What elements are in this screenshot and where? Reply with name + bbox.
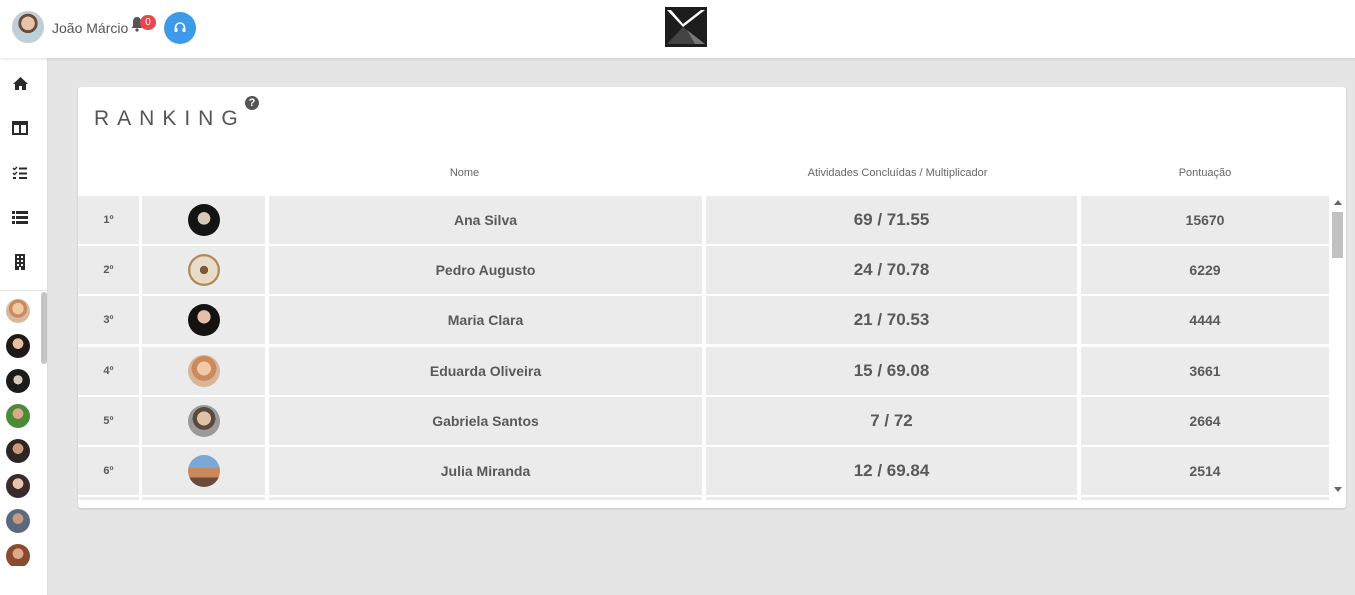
side-user-avatar[interactable] [6, 509, 30, 533]
avatar-cell [142, 497, 265, 500]
brand-logo[interactable] [665, 7, 707, 47]
avatar [187, 405, 220, 437]
side-user-avatar[interactable] [6, 439, 30, 463]
rank-cell: 1º [78, 196, 139, 244]
activities-cell: 21 / 70.53 [706, 296, 1077, 344]
top-bar: João Márcio 0 [0, 0, 1355, 58]
name-cell: Gabriela Santos [269, 397, 702, 445]
avatar-cell [142, 447, 265, 495]
page-title: RANKING [94, 107, 246, 130]
activities-cell: 7 / 72 [706, 397, 1077, 445]
avatar [187, 304, 220, 336]
activities-cell: 24 / 70.78 [706, 246, 1077, 294]
points-cell [1081, 497, 1329, 500]
table-row[interactable]: 5º Gabriela Santos 7 / 72 2664 [78, 397, 1330, 445]
table-row[interactable]: 1º Ana Silva 69 / 71.55 15670 [78, 196, 1330, 244]
rank-cell: 3º [78, 296, 139, 344]
avatar-cell [142, 347, 265, 395]
scrollbar-thumb[interactable] [1332, 212, 1343, 258]
sidebar [0, 58, 48, 595]
activities-cell: 12 / 69.84 [706, 447, 1077, 495]
rank-cell: 2º [78, 246, 139, 294]
avatar-cell [142, 196, 265, 244]
task-list-icon [12, 166, 27, 179]
table-row[interactable] [78, 497, 1330, 500]
points-cell: 2664 [1081, 397, 1329, 445]
name-cell [269, 497, 702, 500]
ranking-card: RANKING ? Nome Atividades Concluídas / M… [78, 87, 1346, 508]
nav-home[interactable] [10, 73, 30, 93]
nav-columns[interactable] [10, 118, 30, 138]
avatar-cell [142, 397, 265, 445]
avatar [187, 204, 220, 236]
scroll-down-arrow-icon[interactable] [1334, 487, 1342, 492]
name-cell: Ana Silva [269, 196, 702, 244]
points-cell: 3661 [1081, 347, 1329, 395]
side-user-avatar[interactable] [6, 474, 30, 498]
column-header-points[interactable]: Pontuação [1081, 167, 1329, 179]
rank-cell [78, 497, 139, 500]
activities-cell [706, 497, 1077, 500]
table-scrollbar[interactable] [1330, 196, 1346, 500]
user-name[interactable]: João Márcio [52, 20, 128, 36]
building-icon [15, 254, 25, 270]
rank-cell: 4º [78, 347, 139, 395]
side-user-avatar[interactable] [6, 404, 30, 428]
points-cell: 2514 [1081, 447, 1329, 495]
rank-cell: 5º [78, 397, 139, 445]
name-cell: Julia Miranda [269, 447, 702, 495]
nav-tasks[interactable] [10, 163, 30, 183]
headset-icon [174, 22, 186, 32]
nav-building[interactable] [10, 252, 30, 272]
column-header-activities[interactable]: Atividades Concluídas / Multiplicador [706, 167, 1089, 179]
avatar-cell [142, 246, 265, 294]
table-row[interactable]: 3º Maria Clara 21 / 70.53 4444 [78, 296, 1330, 344]
side-user-avatar[interactable] [6, 299, 30, 323]
avatar [187, 254, 220, 286]
scroll-up-arrow-icon[interactable] [1334, 200, 1342, 205]
side-user-avatar[interactable] [6, 334, 30, 358]
home-icon [12, 76, 28, 90]
avatar-cell [142, 296, 265, 344]
column-header-name[interactable]: Nome [269, 167, 660, 179]
name-cell: Pedro Augusto [269, 246, 702, 294]
points-cell: 15670 [1081, 196, 1329, 244]
table-row[interactable]: 2º Pedro Augusto 24 / 70.78 6229 [78, 246, 1330, 294]
help-icon[interactable]: ? [245, 96, 259, 110]
notification-badge: 0 [140, 15, 156, 30]
name-cell: Maria Clara [269, 296, 702, 344]
avatar [187, 455, 220, 487]
user-avatar[interactable] [12, 11, 44, 43]
sidebar-scrollbar[interactable] [41, 292, 47, 364]
avatar [187, 355, 220, 387]
activities-cell: 15 / 69.08 [706, 347, 1077, 395]
ranking-table: 1º Ana Silva 69 / 71.55 15670 2º Pedro A… [78, 196, 1330, 500]
rank-cell: 6º [78, 447, 139, 495]
table-row[interactable]: 4º Eduarda Oliveira 15 / 69.08 3661 [78, 347, 1330, 395]
nav-list[interactable] [10, 207, 30, 227]
side-user-avatar[interactable] [6, 544, 30, 566]
columns-icon [12, 121, 28, 135]
table-row[interactable]: 6º Julia Miranda 12 / 69.84 2514 [78, 447, 1330, 495]
activities-cell: 69 / 71.55 [706, 196, 1077, 244]
points-cell: 6229 [1081, 246, 1329, 294]
name-cell: Eduarda Oliveira [269, 347, 702, 395]
support-button[interactable] [164, 12, 196, 44]
list-icon [12, 210, 28, 224]
points-cell: 4444 [1081, 296, 1329, 344]
side-user-avatar[interactable] [6, 369, 30, 393]
